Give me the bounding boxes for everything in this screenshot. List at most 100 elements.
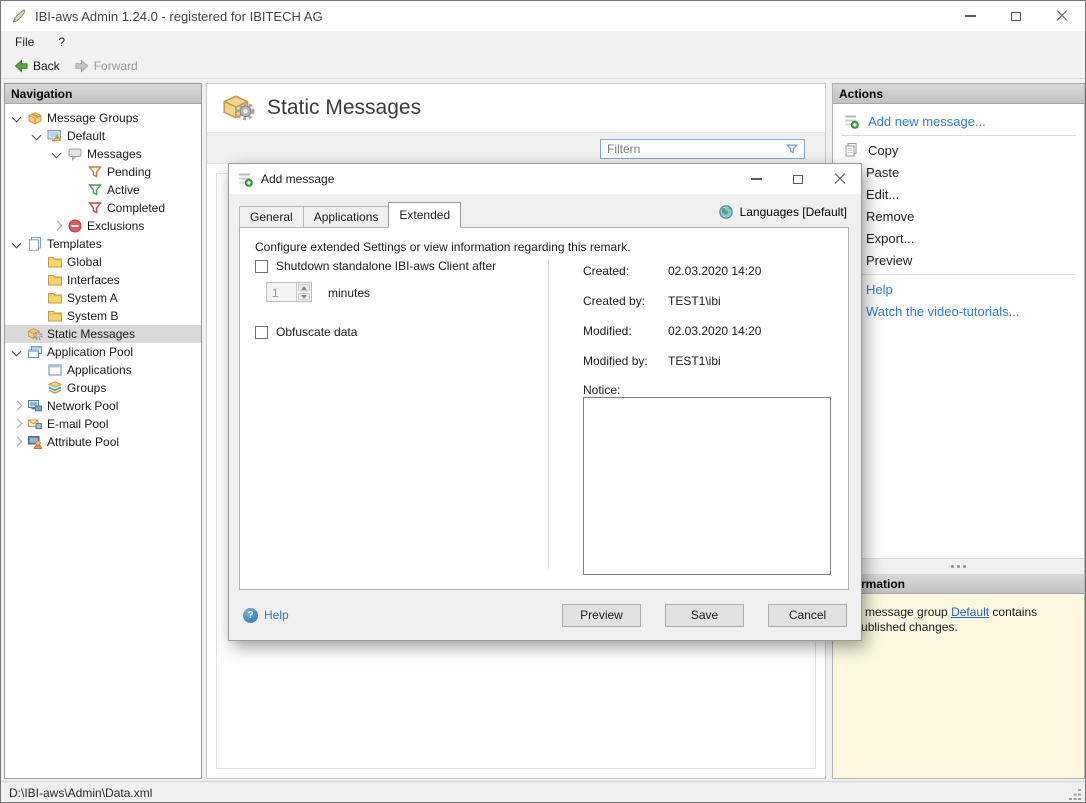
maximize-button[interactable] <box>993 1 1039 31</box>
nav-item-active[interactable]: Active <box>5 181 201 199</box>
nav-item-default[interactable]: Default <box>5 127 201 145</box>
action-label: Edit... <box>866 187 899 202</box>
nav-item-exclusions[interactable]: Exclusions <box>5 217 201 235</box>
page-title: Static Messages <box>267 96 421 120</box>
column-divider <box>548 260 549 569</box>
chevron-right-icon[interactable] <box>11 400 23 412</box>
panel-splitter[interactable] <box>833 558 1084 574</box>
messages-bubble-icon <box>67 146 83 162</box>
nav-item-static-messages[interactable]: Static Messages <box>5 325 201 343</box>
action-paste[interactable]: Paste <box>833 161 1084 183</box>
filter-active-icon <box>87 182 103 198</box>
templates-icon <box>27 236 43 252</box>
tab-applications[interactable]: Applications <box>303 206 390 228</box>
action-preview[interactable]: Preview <box>833 249 1084 271</box>
menu-file[interactable]: File <box>5 33 44 51</box>
cancel-button[interactable]: Cancel <box>768 604 847 627</box>
action-video-tutorials[interactable]: Watch the video-tutorials... <box>833 300 1084 322</box>
tab-extended[interactable]: Extended <box>388 202 461 228</box>
chevron-right-icon[interactable] <box>51 220 63 232</box>
static-messages-icon <box>27 326 43 342</box>
groups-stack-icon <box>47 380 63 396</box>
help-label: Help <box>264 608 289 622</box>
attribute-pool-icon <box>27 434 43 450</box>
action-label: Paste <box>866 165 899 180</box>
nav-item-system-a[interactable]: System A <box>5 289 201 307</box>
filter-input[interactable] <box>601 141 785 157</box>
action-remove[interactable]: Remove <box>833 205 1084 227</box>
info-default-link[interactable]: Default <box>951 605 989 619</box>
nav-item-system-b[interactable]: System B <box>5 307 201 325</box>
dialog-minimize-button[interactable] <box>735 164 777 194</box>
right-panel: Actions Add new message... Copy Paste Ed… <box>832 83 1085 779</box>
shutdown-label: Shutdown standalone IBI-aws Client after <box>276 259 496 273</box>
chevron-right-icon[interactable] <box>11 436 23 448</box>
static-messages-page-icon <box>221 91 255 125</box>
menu-help[interactable]: ? <box>48 33 75 51</box>
nav-item-application-pool[interactable]: Application Pool <box>5 343 201 361</box>
status-path: D:\IBI-aws\Admin\Data.xml <box>9 786 152 800</box>
notice-textarea[interactable] <box>583 397 831 575</box>
application-pool-icon <box>27 344 43 360</box>
action-copy[interactable]: Copy <box>833 139 1084 161</box>
forward-icon <box>74 58 90 74</box>
obfuscate-checkbox-row[interactable]: Obfuscate data <box>255 325 357 339</box>
nav-item-interfaces[interactable]: Interfaces <box>5 271 201 289</box>
dialog-maximize-button[interactable] <box>777 164 819 194</box>
filter-funnel-icon[interactable] <box>785 142 799 156</box>
back-button[interactable]: Back <box>9 56 64 76</box>
close-button[interactable] <box>1039 1 1085 31</box>
nav-item-email-pool[interactable]: E-mail Pool <box>5 415 201 433</box>
nav-item-pending[interactable]: Pending <box>5 163 201 181</box>
action-add-new-message[interactable]: Add new message... <box>833 110 1084 132</box>
nav-item-attribute-pool[interactable]: Attribute Pool <box>5 433 201 451</box>
languages-selector[interactable]: Languages [Default] <box>718 204 847 220</box>
nav-label: Attribute Pool <box>47 435 119 449</box>
chevron-down-icon[interactable] <box>11 112 23 124</box>
add-message-icon <box>843 113 859 129</box>
extended-tab-panel: Configure extended Settings or view info… <box>239 227 849 590</box>
nav-label: Messages <box>87 147 142 161</box>
preview-button[interactable]: Preview <box>562 604 641 627</box>
nav-item-groups[interactable]: Groups <box>5 379 201 397</box>
action-export[interactable]: Export... <box>833 227 1084 249</box>
shutdown-checkbox-row[interactable]: Shutdown standalone IBI-aws Client after <box>255 259 496 273</box>
action-edit[interactable]: Edit... <box>833 183 1084 205</box>
email-pool-icon <box>27 416 43 432</box>
nav-item-completed[interactable]: Completed <box>5 199 201 217</box>
field-value: TEST1\ibi <box>668 354 721 368</box>
chevron-down-icon[interactable] <box>11 346 23 358</box>
add-message-dialog: Add message General Applications Extende… <box>228 163 862 641</box>
chevron-right-icon[interactable] <box>11 418 23 430</box>
action-label: Watch the video-tutorials... <box>866 304 1019 319</box>
save-button[interactable]: Save <box>665 604 744 627</box>
nav-item-templates[interactable]: Templates <box>5 235 201 253</box>
action-help[interactable]: Help <box>833 278 1084 300</box>
minimize-button[interactable] <box>947 1 993 31</box>
menu-bar: File ? <box>1 31 1085 53</box>
forward-button[interactable]: Forward <box>70 56 142 76</box>
created-by-row: Created by: TEST1\ibi <box>583 294 721 308</box>
chevron-down-icon[interactable] <box>31 130 43 142</box>
shutdown-checkbox[interactable] <box>255 260 268 273</box>
chevron-down-icon[interactable] <box>11 238 23 250</box>
action-label: Help <box>866 282 893 297</box>
tab-general[interactable]: General <box>239 206 304 228</box>
main-toolbar <box>207 132 825 164</box>
nav-item-global[interactable]: Global <box>5 253 201 271</box>
spinner-up-button[interactable] <box>298 284 310 291</box>
obfuscate-checkbox[interactable] <box>255 326 268 339</box>
dialog-close-button[interactable] <box>819 164 861 194</box>
nav-item-message-groups[interactable]: Message Groups <box>5 109 201 127</box>
resize-grip[interactable] <box>1069 788 1081 800</box>
minutes-stepper[interactable]: 1 <box>266 282 312 302</box>
nav-item-applications[interactable]: Applications <box>5 361 201 379</box>
nav-item-network-pool[interactable]: Network Pool <box>5 397 201 415</box>
action-label: Preview <box>866 253 912 268</box>
spinner-down-button[interactable] <box>298 293 310 300</box>
chevron-down-icon[interactable] <box>51 148 63 160</box>
dialog-help-link[interactable]: ? Help <box>243 608 289 623</box>
help-icon: ? <box>243 608 258 623</box>
status-bar: D:\IBI-aws\Admin\Data.xml <box>1 781 1085 803</box>
nav-item-messages[interactable]: Messages <box>5 145 201 163</box>
